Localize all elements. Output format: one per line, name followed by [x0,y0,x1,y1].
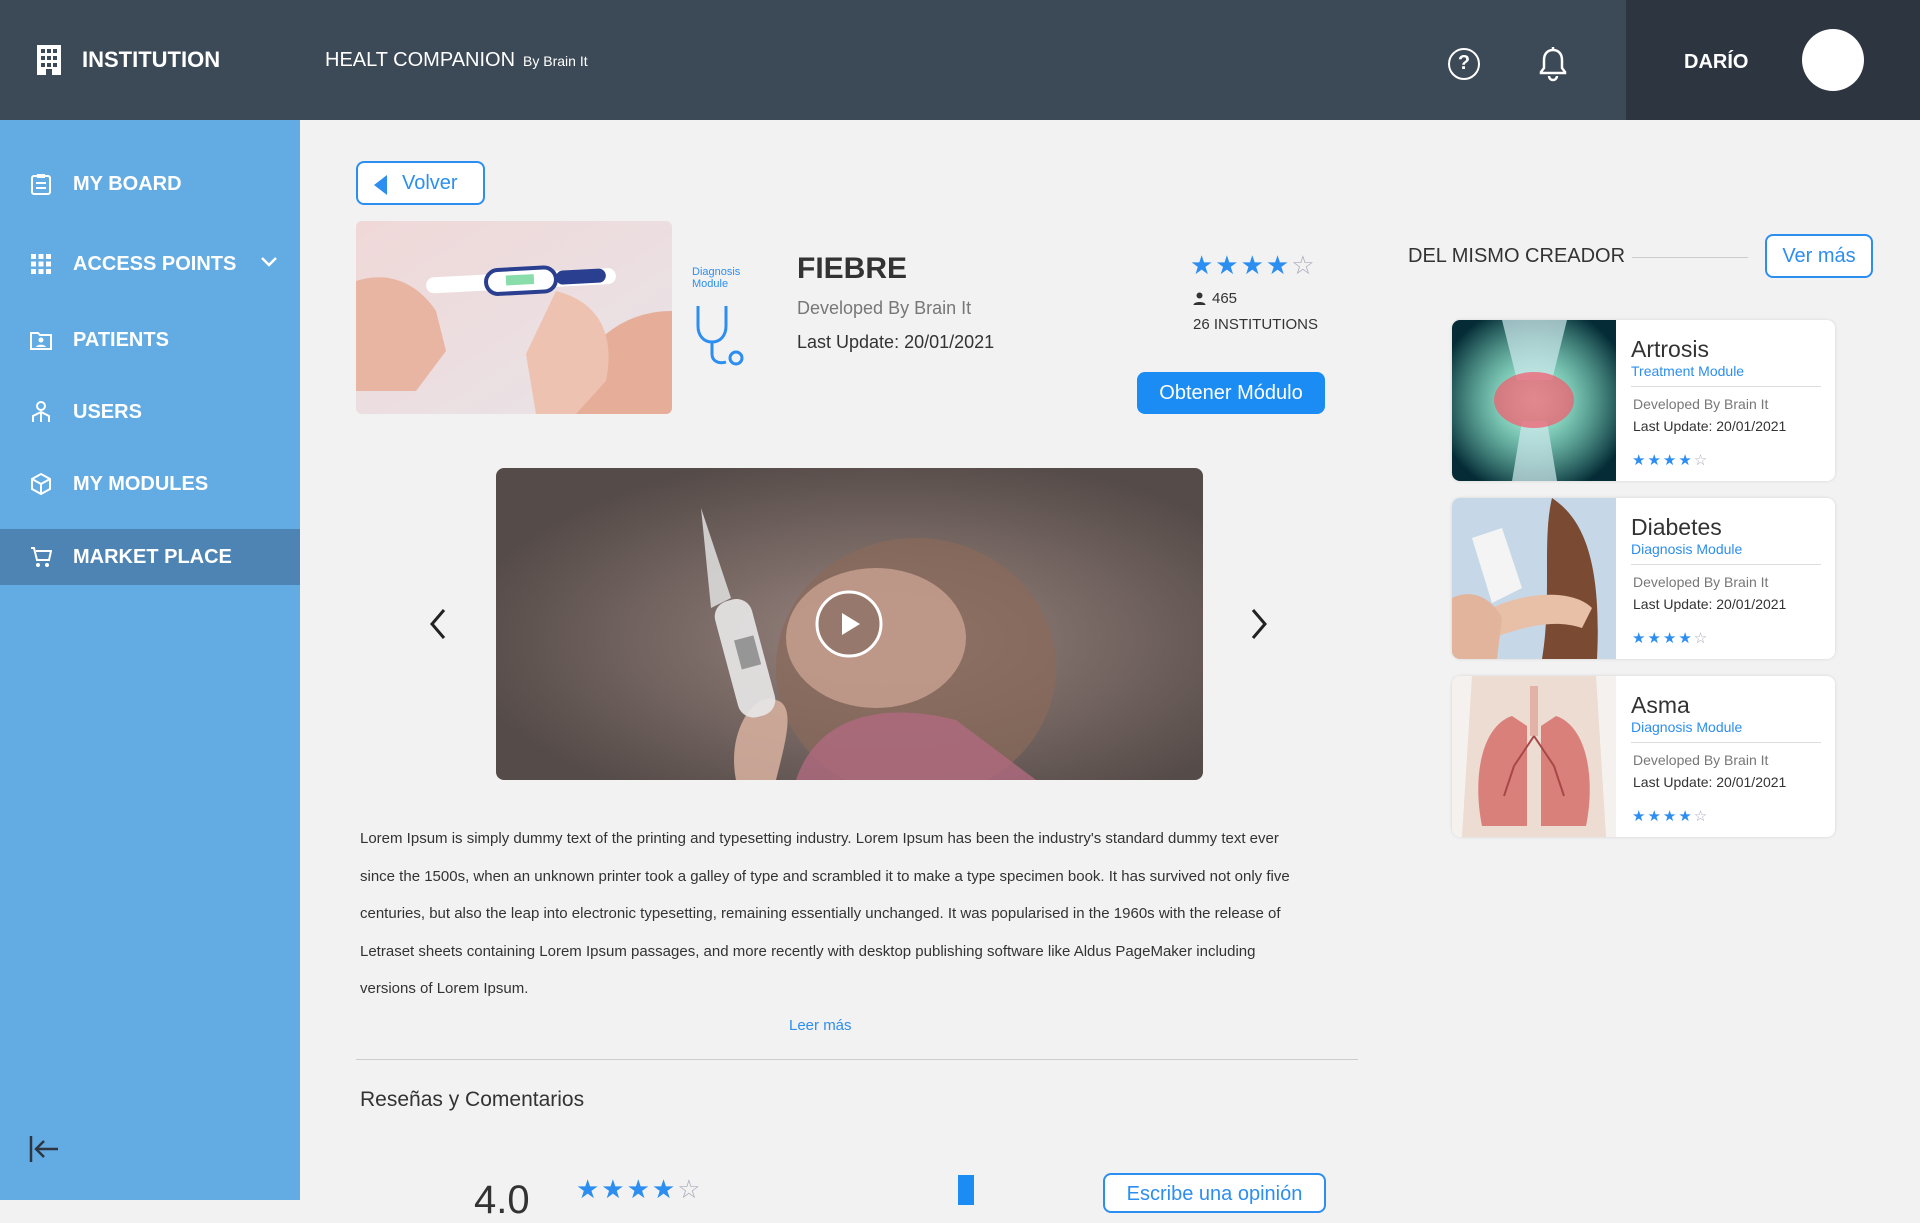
module-developer: Developed By Brain It [797,298,972,318]
back-arrow-icon [374,175,387,195]
sidebar-item-my-board[interactable]: MY BOARD [0,156,300,212]
card-type: Diagnosis Module [1631,719,1743,735]
institution-selector[interactable]: INSTITUTION [36,44,220,76]
app-name: HEALT COMPANION [325,49,516,71]
card-developer: Developed By Brain It [1633,752,1769,768]
sidebar-item-my-modules[interactable]: MY MODULES [0,456,300,512]
reviews-title: Reseñas y Comentarios [360,1088,585,1111]
module-type-label: Diagnosis Module [692,266,741,290]
card-image [1452,676,1616,837]
read-more-link[interactable]: Leer más [789,1017,852,1034]
clipboard-icon [31,174,51,195]
user-name: DARÍO [1684,51,1749,73]
card-developer: Developed By Brain It [1633,396,1769,412]
reviews-rating: ★★★★☆ [576,1174,703,1204]
card-image [1452,498,1616,659]
rating-distribution-bar [958,1175,974,1205]
back-button[interactable]: Volver [356,161,485,205]
bell-icon[interactable] [1537,46,1569,82]
card-last-update: Last Update: 20/01/2021 [1633,774,1787,790]
cube-icon [31,473,51,495]
help-icon[interactable]: ? [1448,48,1480,80]
grid-icon [31,254,51,274]
divider [356,1059,1358,1060]
card-title: Asma [1631,692,1690,718]
sidebar-item-label: PATIENTS [73,328,169,351]
top-bar: INSTITUTION HEALT COMPANION By Brain It … [0,0,1920,120]
sidebar-item-users[interactable]: USERS [0,384,300,440]
stethoscope-icon [696,306,744,366]
module-rating: ★★★★☆ [1190,250,1317,280]
back-label: Volver [402,171,458,194]
sidebar: MY BOARD ACCESS POINTS PATIENTS USERS MY… [0,120,300,1200]
users-icon [32,401,50,422]
sidebar-item-label: USERS [73,400,142,423]
card-type: Diagnosis Module [1631,541,1743,557]
related-module-card[interactable]: Artrosis Treatment Module Developed By B… [1452,320,1835,481]
video-player[interactable] [496,468,1203,780]
sidebar-item-market-place[interactable]: MARKET PLACE [0,529,300,585]
avatar[interactable] [1802,29,1864,91]
divider [1631,742,1821,743]
building-icon [37,45,61,75]
sidebar-item-patients[interactable]: PATIENTS [0,312,300,368]
card-type: Treatment Module [1631,363,1745,379]
user-menu[interactable]: DARÍO [1626,0,1920,120]
user-icon [1193,292,1206,305]
chevron-down-icon[interactable] [260,256,278,268]
card-rating: ★★★★☆ [1632,452,1710,469]
related-module-card[interactable]: Diabetes Diagnosis Module Developed By B… [1452,498,1835,659]
divider [1632,257,1748,258]
sidebar-item-label: MARKET PLACE [73,545,232,568]
module-thumbnail [356,221,672,414]
sidebar-item-label: MY MODULES [73,472,209,495]
sidebar-item-label: ACCESS POINTS [73,252,237,275]
sidebar-item-label: MY BOARD [73,172,182,195]
module-description: Lorem Ipsum is simply dummy text of the … [360,830,1290,997]
reviews-average: 4.0 [474,1178,530,1222]
module-last-update: Last Update: 20/01/2021 [797,332,995,352]
divider [1631,564,1821,565]
write-review-button[interactable]: Escribe una opinión [1103,1173,1326,1213]
institutions-count: 26 INSTITUTIONS [1193,316,1319,333]
users-count-value: 465 [1212,290,1238,307]
obtain-module-button[interactable]: Obtener Módulo [1137,372,1325,414]
app-by: By Brain It [523,53,588,69]
card-last-update: Last Update: 20/01/2021 [1633,418,1787,434]
card-title: Artrosis [1631,336,1709,362]
card-image [1452,320,1616,481]
related-title: DEL MISMO CREADOR [1408,245,1626,267]
institution-label: INSTITUTION [82,47,221,72]
card-title: Diabetes [1631,514,1722,540]
card-rating: ★★★★☆ [1632,630,1710,647]
folder-user-icon [30,332,52,350]
app-title: HEALT COMPANION By Brain It [325,49,588,72]
card-developer: Developed By Brain It [1633,574,1769,590]
related-module-card[interactable]: Asma Diagnosis Module Developed By Brain… [1452,676,1835,837]
card-last-update: Last Update: 20/01/2021 [1633,596,1787,612]
collapse-sidebar-icon[interactable] [28,1133,60,1165]
carousel-next-icon[interactable] [1247,606,1269,642]
divider [1631,386,1821,387]
cart-icon [31,547,52,567]
module-title: FIEBRE [797,252,908,285]
sidebar-item-access-points[interactable]: ACCESS POINTS [0,236,300,292]
see-more-button[interactable]: Ver más [1765,234,1873,278]
users-count: 465 [1193,290,1237,307]
carousel-prev-icon[interactable] [428,606,450,642]
card-rating: ★★★★☆ [1632,808,1710,825]
